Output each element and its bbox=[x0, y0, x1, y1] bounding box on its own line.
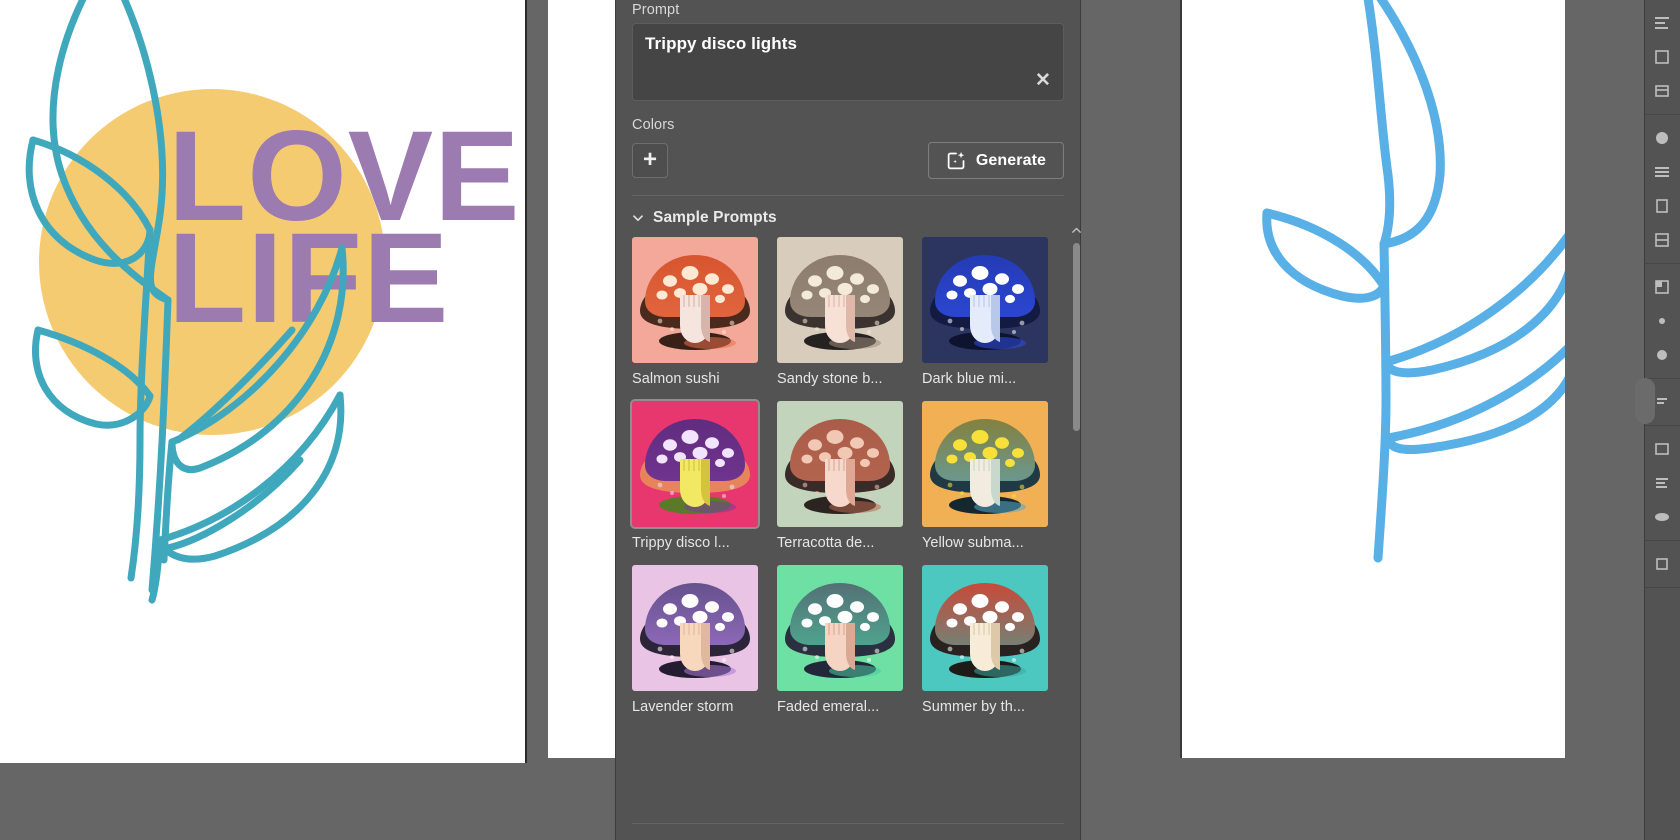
appearance-icon[interactable] bbox=[1645, 304, 1680, 338]
pathfinder-icon[interactable] bbox=[1645, 466, 1680, 500]
prompt-input[interactable]: Trippy disco lights ✕ bbox=[632, 23, 1064, 101]
sample-prompt-label: Trippy disco l... bbox=[632, 535, 730, 551]
sample-prompt-item[interactable]: Lavender storm bbox=[632, 565, 758, 715]
brushes-icon[interactable] bbox=[1645, 432, 1680, 466]
panel-bottom-divider bbox=[632, 823, 1064, 824]
sample-prompt-item[interactable]: Yellow subma... bbox=[922, 401, 1048, 551]
transform-icon[interactable] bbox=[1645, 547, 1680, 581]
sample-prompt-label: Summer by th... bbox=[922, 699, 1026, 715]
scrollbar-track[interactable] bbox=[1073, 237, 1080, 827]
gradient-icon[interactable] bbox=[1645, 223, 1680, 257]
sample-prompt-item[interactable]: Faded emeral... bbox=[777, 565, 903, 715]
generate-sparkle-icon bbox=[946, 150, 967, 171]
sample-prompt-thumbnail[interactable] bbox=[777, 565, 903, 691]
sample-prompt-thumbnail[interactable] bbox=[777, 401, 903, 527]
sample-prompts-header[interactable]: Sample Prompts bbox=[632, 196, 1064, 237]
prompt-value: Trippy disco lights bbox=[645, 34, 798, 53]
sample-prompts-grid-wrap: Salmon sushi Sandy stone b... Dark blue … bbox=[630, 227, 1081, 715]
sample-prompt-label: Salmon sushi bbox=[632, 371, 720, 387]
dock-group-2 bbox=[1645, 115, 1680, 264]
generate-button[interactable]: Generate bbox=[927, 142, 1064, 179]
artwork-love-life: LOVE LIFE bbox=[25, 0, 520, 604]
canvas-document-left[interactable]: LOVE LIFE bbox=[0, 0, 527, 763]
prompt-label: Prompt bbox=[632, 2, 680, 18]
scrollbar-thumb[interactable] bbox=[1073, 243, 1080, 431]
layers-icon[interactable] bbox=[1645, 40, 1680, 74]
panel-resize-handle[interactable] bbox=[1635, 378, 1655, 424]
sample-prompt-thumbnail[interactable] bbox=[777, 237, 903, 363]
sample-prompt-label: Terracotta de... bbox=[777, 535, 875, 551]
sample-prompt-item[interactable]: Dark blue mi... bbox=[922, 237, 1048, 387]
artwork-plant-sprig bbox=[1262, 0, 1565, 563]
dock-group-6 bbox=[1645, 541, 1680, 588]
graphic-styles-icon[interactable] bbox=[1645, 338, 1680, 372]
dock-group-1 bbox=[1645, 0, 1680, 115]
sample-prompt-item[interactable]: Trippy disco l... bbox=[630, 399, 760, 551]
sample-prompt-item[interactable]: Sandy stone b... bbox=[777, 237, 903, 387]
swatches-icon[interactable] bbox=[1645, 155, 1680, 189]
generate-button-label: Generate bbox=[975, 151, 1046, 169]
add-color-button[interactable]: + bbox=[632, 143, 668, 178]
chevron-down-icon bbox=[632, 212, 644, 224]
sample-prompt-thumbnail[interactable] bbox=[632, 565, 758, 691]
colors-row: + Generate bbox=[632, 142, 1064, 179]
panel-dock-rail bbox=[1635, 0, 1680, 840]
plus-icon: + bbox=[642, 145, 657, 173]
sample-prompt-label: Faded emeral... bbox=[777, 699, 880, 715]
canvas-document-right[interactable] bbox=[1180, 0, 1565, 758]
sample-prompt-thumbnail[interactable] bbox=[630, 399, 760, 529]
sample-prompts-title: Sample Prompts bbox=[653, 209, 777, 226]
sample-prompt-thumbnail[interactable] bbox=[922, 237, 1048, 363]
transparency-icon[interactable] bbox=[1645, 270, 1680, 304]
sample-prompt-thumbnail[interactable] bbox=[922, 565, 1048, 691]
sample-prompt-label: Sandy stone b... bbox=[777, 371, 883, 387]
dock-group-5 bbox=[1645, 426, 1680, 541]
libraries-icon[interactable] bbox=[1645, 74, 1680, 108]
sample-prompt-item[interactable]: Terracotta de... bbox=[777, 401, 903, 551]
generative-ai-panel: Prompt Trippy disco lights ✕ Colors + Ge… bbox=[615, 0, 1081, 840]
stroke-icon[interactable] bbox=[1645, 189, 1680, 223]
properties-icon[interactable] bbox=[1645, 6, 1680, 40]
application-window: LOVE LIFE Prompt Trippy disco lights ✕ C… bbox=[0, 0, 1680, 840]
sample-prompt-item[interactable]: Summer by th... bbox=[922, 565, 1048, 715]
colors-label: Colors bbox=[632, 117, 675, 133]
sample-prompt-item[interactable]: Salmon sushi bbox=[632, 237, 758, 387]
align-icon[interactable] bbox=[1645, 500, 1680, 534]
sample-prompt-label: Yellow subma... bbox=[922, 535, 1024, 551]
sample-prompts-scrollbar[interactable] bbox=[1070, 223, 1082, 827]
sample-prompt-thumbnail[interactable] bbox=[922, 401, 1048, 527]
clear-prompt-icon[interactable]: ✕ bbox=[1032, 70, 1054, 92]
scroll-up-arrow-icon[interactable] bbox=[1070, 223, 1082, 237]
sample-prompt-thumbnail[interactable] bbox=[632, 237, 758, 363]
sample-prompts-grid: Salmon sushi Sandy stone b... Dark blue … bbox=[630, 237, 1064, 715]
dock-group-3 bbox=[1645, 264, 1680, 379]
color-icon[interactable] bbox=[1645, 121, 1680, 155]
sample-prompt-label: Dark blue mi... bbox=[922, 371, 1017, 387]
sample-prompt-label: Lavender storm bbox=[632, 699, 734, 715]
